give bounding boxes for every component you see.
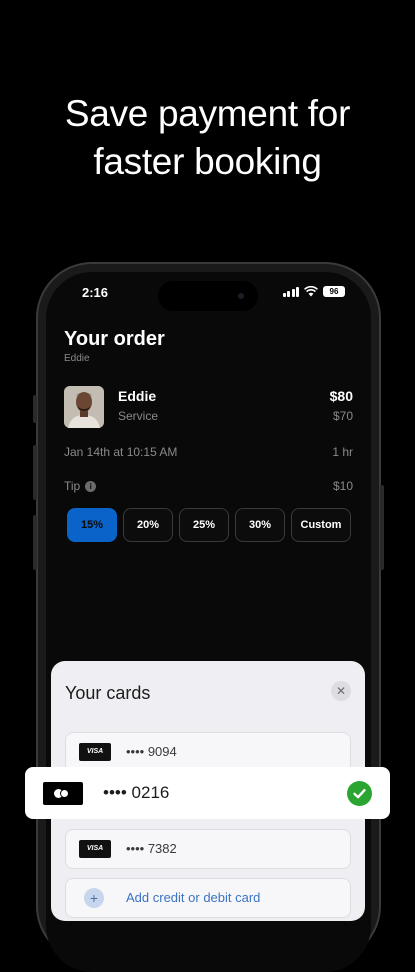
card-number: •••• 9094 — [126, 744, 177, 759]
tip-amount: $10 — [332, 479, 353, 493]
tip-option-15[interactable]: 15% — [67, 508, 117, 542]
headline-line-1: Save payment for — [64, 93, 351, 134]
order-subtitle: Eddie — [64, 353, 90, 364]
service-price: $70 — [332, 409, 353, 423]
selected-card-number: •••• 0216 — [103, 783, 170, 802]
info-icon[interactable]: i — [85, 480, 97, 492]
card-item[interactable]: VISA •••• 9094 — [65, 732, 351, 772]
booking-duration: 1 hr — [332, 445, 353, 459]
phone-side-button — [33, 395, 37, 423]
visa-icon: VISA — [79, 840, 111, 858]
signal-icon — [282, 286, 299, 297]
add-card-button[interactable]: + Add credit or debit card — [65, 878, 351, 918]
tip-row: Tip i — [64, 479, 97, 493]
dynamic-island — [158, 281, 258, 311]
tip-option-30[interactable]: 30% — [235, 508, 285, 542]
provider-name: Eddie — [118, 388, 157, 404]
phone-power-button — [380, 485, 384, 570]
card-number: •••• 7382 — [126, 841, 177, 856]
tip-options: 15% 20% 25% 30% Custom — [67, 508, 351, 542]
cards-sheet-title: Your cards — [65, 683, 151, 703]
headline-line-2: faster booking — [93, 141, 322, 182]
tip-label: Tip — [64, 479, 81, 493]
status-icons: 96 — [282, 286, 345, 297]
card-item[interactable]: VISA •••• 7382 — [65, 829, 351, 869]
phone-volume-down — [33, 515, 37, 570]
order-title: Your order — [64, 328, 165, 350]
check-icon — [347, 781, 372, 806]
mastercard-icon — [43, 782, 83, 805]
service-label: Service — [118, 409, 159, 423]
phone-volume-up — [33, 445, 37, 500]
provider-avatar — [64, 386, 104, 428]
wifi-icon — [304, 286, 318, 297]
camera-dot — [238, 293, 244, 299]
status-time: 2:16 — [82, 285, 109, 300]
battery-icon: 96 — [323, 286, 345, 297]
add-card-label: Add credit or debit card — [126, 890, 261, 905]
tip-option-25[interactable]: 25% — [179, 508, 229, 542]
order-total: $80 — [329, 388, 353, 404]
tip-option-custom[interactable]: Custom — [291, 508, 351, 542]
booking-date: Jan 14th at 10:15 AM — [64, 445, 178, 459]
close-icon[interactable]: ✕ — [331, 681, 351, 701]
plus-icon: + — [84, 888, 104, 908]
tip-option-20[interactable]: 20% — [123, 508, 173, 542]
visa-icon: VISA — [79, 743, 111, 761]
headline: Save payment for faster booking — [0, 90, 415, 186]
selected-card[interactable]: •••• 0216 — [25, 767, 390, 819]
